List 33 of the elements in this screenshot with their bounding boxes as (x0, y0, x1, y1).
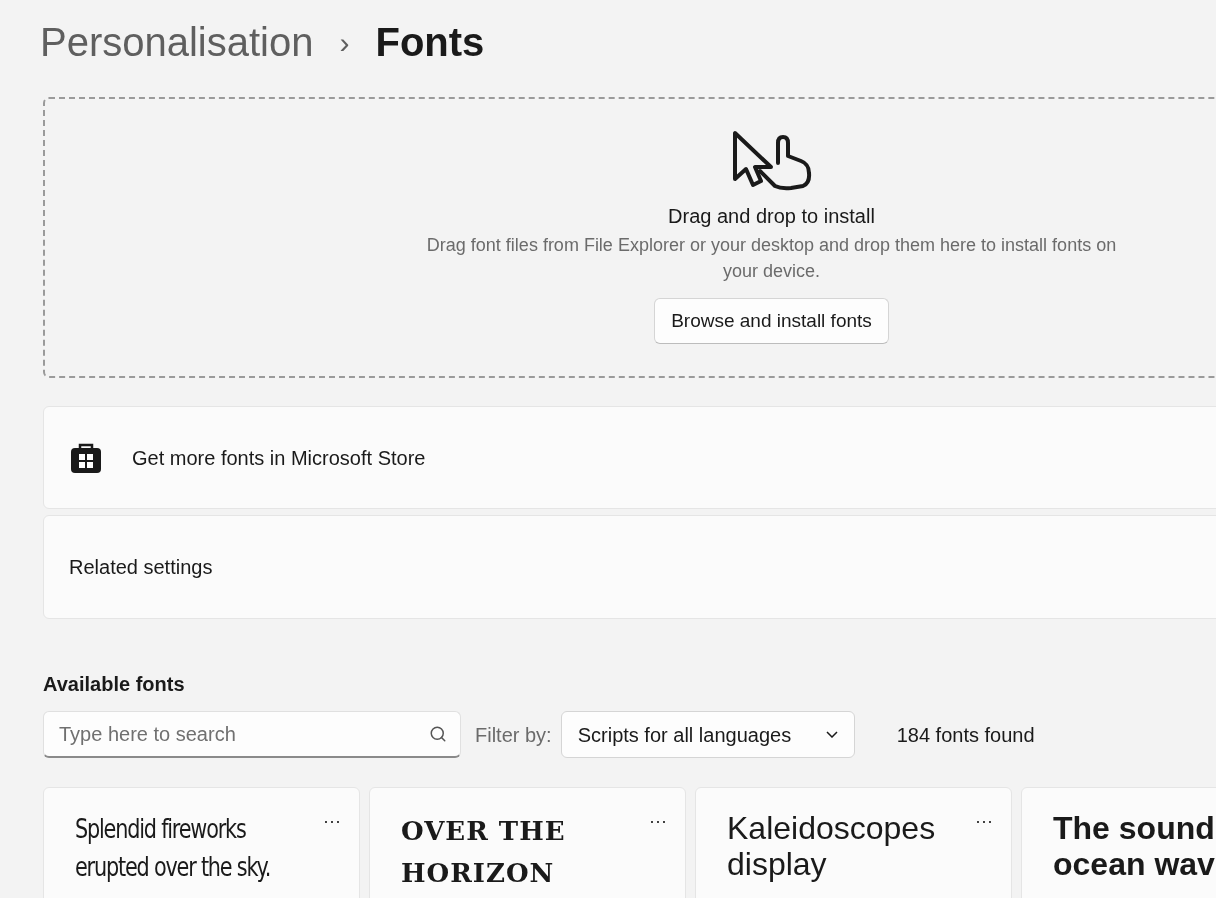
search-icon (429, 725, 447, 743)
cursor-hand-icon (730, 129, 813, 193)
section-heading: Available fonts (43, 672, 186, 697)
font-sample-text: Kaleidoscopes (727, 810, 936, 846)
store-link-row[interactable]: Get more fonts in Microsoft Store (43, 406, 1216, 509)
more-options-button[interactable]: ··· (649, 812, 667, 830)
font-sample-text: The sound (1053, 810, 1215, 846)
search-field[interactable]: Type here to search (43, 711, 461, 758)
font-card[interactable]: The sound ocean wav (1021, 787, 1216, 898)
store-bag-icon (70, 442, 102, 473)
font-sample-text: display (727, 846, 827, 882)
breadcrumb-separator: › (339, 24, 350, 61)
font-sample-text: erupted over the sky. (75, 851, 271, 884)
store-link-label: Get more fonts in Microsoft Store (132, 445, 426, 471)
chevron-down-icon (825, 731, 838, 738)
related-settings-label: Related settings (69, 555, 213, 580)
font-sample-text: Splendid fireworks (75, 813, 246, 846)
filter-label: Filter by: (475, 722, 552, 748)
font-card[interactable]: Splendid fireworks erupted over the sky. ··· (43, 787, 360, 898)
breadcrumb-parent[interactable]: Personalisation (40, 12, 314, 72)
font-sample-text: ocean wav (1053, 846, 1215, 882)
font-card[interactable]: OVER THE HORIZON ··· (369, 787, 686, 898)
font-sample-text: OVER THE (401, 815, 566, 848)
font-sample-text: HORIZON (401, 857, 555, 890)
browse-button[interactable]: Browse and install fonts (654, 298, 889, 344)
more-options-button[interactable]: ··· (323, 812, 341, 830)
font-card[interactable]: Kaleidoscopes display ··· (695, 787, 1012, 898)
fonts-found-count: 184 fonts found (896, 722, 1035, 748)
more-options-button[interactable]: ··· (975, 812, 993, 830)
drop-zone-description: Drag font files from File Explorer or your desktop and drop them here to install fonts on your device. (425, 234, 1118, 283)
filter-dropdown[interactable]: Scripts for all languages (560, 711, 855, 758)
drop-zone-title: Drag and drop to install (668, 204, 875, 229)
page-title: Fonts (375, 19, 485, 66)
